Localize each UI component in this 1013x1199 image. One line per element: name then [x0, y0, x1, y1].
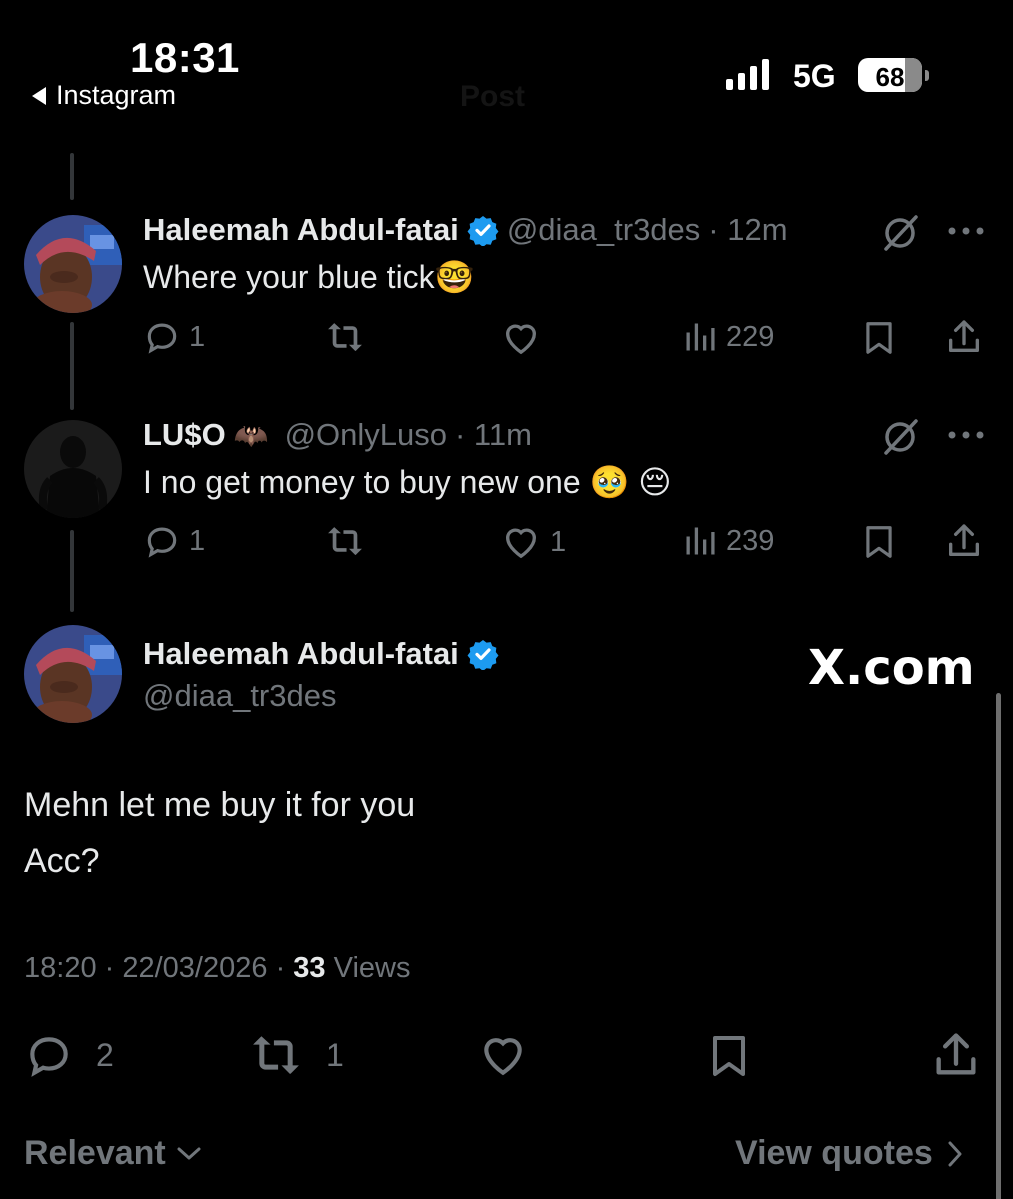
- verified-badge-icon: [467, 640, 499, 670]
- status-time: 18:31: [130, 34, 240, 81]
- reply-button[interactable]: 1: [143, 522, 205, 560]
- chevron-right-icon: [948, 1141, 962, 1166]
- back-arrow-icon: [32, 86, 46, 105]
- grok-icon[interactable]: [880, 417, 920, 457]
- like-button[interactable]: 1: [500, 522, 566, 562]
- author-name[interactable]: LU$O: [143, 417, 226, 453]
- chevron-down-icon: [177, 1147, 201, 1159]
- thread-line: [70, 322, 74, 410]
- back-app-label: Instagram: [56, 80, 177, 110]
- post-line-2: Acc?: [24, 842, 100, 880]
- like-button[interactable]: [500, 318, 542, 358]
- repost-icon: [328, 527, 362, 555]
- share-icon[interactable]: [944, 520, 984, 562]
- bat-emoji: 🦇: [233, 419, 269, 451]
- tweet-text: Where your blue tick🤓: [143, 259, 475, 295]
- view-count: 229: [726, 320, 775, 353]
- post-age: · 12m: [708, 212, 788, 247]
- scrollbar[interactable]: [996, 693, 1001, 1199]
- repost-icon: [328, 323, 362, 351]
- bookmark-icon[interactable]: [705, 1030, 753, 1082]
- views-chart-icon: [686, 323, 715, 351]
- sort-dropdown[interactable]: Relevant: [24, 1134, 202, 1173]
- views-button[interactable]: 229: [682, 318, 774, 356]
- reply-icon: [147, 527, 177, 558]
- views-count[interactable]: 33: [293, 952, 325, 984]
- author-name[interactable]: Haleemah Abdul-fatai: [143, 636, 459, 672]
- reply-count: 1: [189, 320, 206, 353]
- share-icon[interactable]: [944, 316, 984, 358]
- repost-icon: [253, 1036, 299, 1074]
- more-options-icon[interactable]: [946, 225, 986, 237]
- pleading-emoji: 🥹 😔: [589, 464, 672, 500]
- reply-icon: [147, 323, 177, 354]
- view-quotes-label: View quotes: [735, 1134, 933, 1172]
- view-quotes-link[interactable]: View quotes: [735, 1134, 963, 1173]
- thread-line: [70, 153, 74, 200]
- avatar[interactable]: [24, 420, 122, 518]
- author-handle[interactable]: @diaa_tr3des: [507, 212, 700, 248]
- post-date: 22/03/2026: [122, 952, 268, 984]
- author-name[interactable]: Haleemah Abdul-fatai: [143, 212, 459, 248]
- avatar[interactable]: [24, 215, 122, 313]
- heart-icon[interactable]: [476, 1030, 530, 1080]
- post-age: · 11m: [455, 417, 532, 452]
- heart-icon: [505, 324, 537, 355]
- views-chart-icon: [686, 527, 715, 555]
- cellular-signal-icon: [726, 58, 769, 90]
- back-to-app-button[interactable]: Instagram: [32, 80, 176, 111]
- reply-button[interactable]: 1: [143, 318, 205, 356]
- views-button[interactable]: 239: [682, 522, 774, 560]
- battery-percent: 68: [875, 62, 905, 92]
- reply-count: 1: [189, 524, 206, 557]
- repost-button[interactable]: [325, 318, 365, 356]
- view-count: 239: [726, 524, 775, 557]
- reply-count: 2: [96, 1036, 114, 1073]
- reply-button[interactable]: 2: [24, 1030, 114, 1080]
- verified-badge-icon: [467, 216, 499, 246]
- x-com-watermark: X.com: [808, 640, 975, 696]
- post-meta: 18:20 · 22/03/2026 · 33 Views: [24, 952, 411, 984]
- nerd-emoji: 🤓: [434, 259, 475, 295]
- avatar[interactable]: [24, 625, 122, 723]
- network-type: 5G: [793, 58, 836, 94]
- post-time: 18:20: [24, 952, 97, 984]
- thread-line: [70, 530, 74, 612]
- tweet-text: I no get money to buy new one 🥹 😔: [143, 464, 672, 500]
- share-icon[interactable]: [930, 1028, 982, 1082]
- more-options-icon[interactable]: [946, 429, 986, 441]
- bookmark-icon[interactable]: [860, 318, 898, 358]
- reply-icon: [30, 1037, 68, 1077]
- bookmark-icon[interactable]: [860, 522, 898, 562]
- post-line-1: Mehn let me buy it for you: [24, 786, 416, 824]
- sort-label: Relevant: [24, 1134, 166, 1172]
- repost-button[interactable]: 1: [248, 1030, 344, 1080]
- author-handle[interactable]: @OnlyLuso: [285, 417, 447, 453]
- repost-button[interactable]: [325, 522, 365, 560]
- author-handle[interactable]: @diaa_tr3des: [143, 678, 336, 714]
- heart-icon: [505, 528, 537, 559]
- repost-count: 1: [326, 1036, 344, 1073]
- grok-icon[interactable]: [880, 213, 920, 253]
- page-title: Post: [460, 80, 526, 113]
- battery-icon: 68: [858, 58, 922, 92]
- views-label: Views: [333, 952, 411, 984]
- like-count: 1: [550, 525, 567, 558]
- battery-nub: [925, 70, 929, 81]
